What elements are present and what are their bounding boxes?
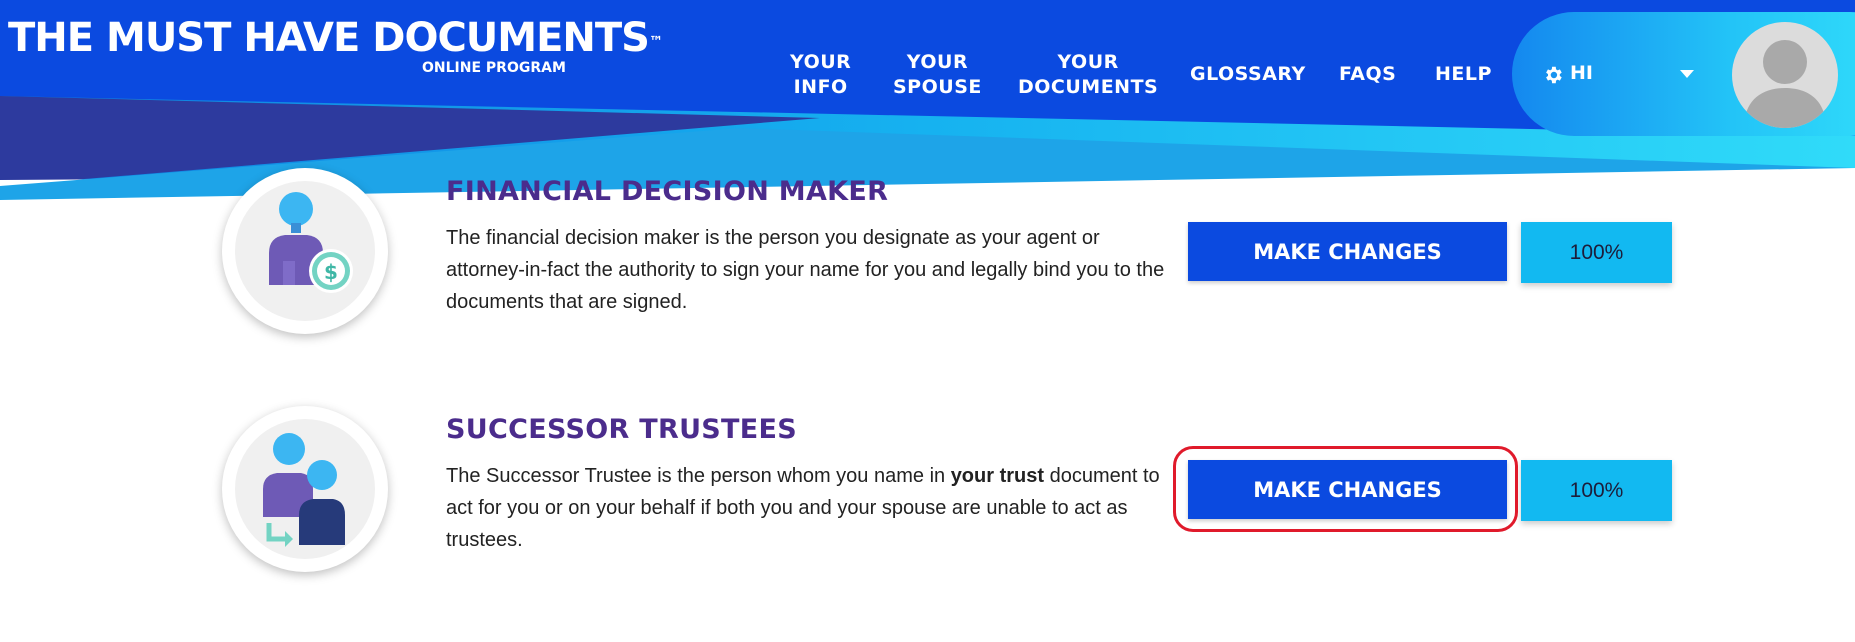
logo-subtitle: ONLINE PROGRAM — [422, 60, 566, 76]
section-description: The Successor Trustee is the person whom… — [446, 460, 1166, 556]
nav-help[interactable]: HELP — [1435, 62, 1492, 87]
nav-label: INFO — [793, 76, 848, 98]
nav-glossary[interactable]: GLOSSARY — [1190, 62, 1306, 87]
nav-your-spouse[interactable]: YOUR SPOUSE — [893, 50, 982, 100]
nav-your-documents[interactable]: YOUR DOCUMENTS — [1018, 50, 1158, 100]
nav-label: FAQS — [1339, 63, 1397, 85]
section-title: SUCCESSOR TRUSTEES — [446, 414, 797, 445]
svg-text:$: $ — [324, 260, 338, 284]
progress-badge: 100% — [1521, 460, 1672, 521]
user-greeting: HI — [1570, 62, 1593, 84]
logo-title: THE MUST HAVE DOCUMENTS — [8, 15, 650, 61]
nav-label: HELP — [1435, 63, 1492, 85]
gear-icon — [1546, 66, 1562, 84]
user-avatar-icon[interactable] — [1732, 22, 1838, 128]
user-menu-dropdown[interactable]: HI — [1542, 62, 1720, 92]
nav-label: YOUR — [1057, 51, 1119, 73]
nav-faqs[interactable]: FAQS — [1339, 62, 1396, 87]
section-title: FINANCIAL DECISION MAKER — [446, 176, 889, 207]
person-dollar-icon: $ — [222, 168, 388, 334]
nav-label: GLOSSARY — [1190, 63, 1306, 85]
nav-label: DOCUMENTS — [1018, 76, 1159, 98]
nav-label: YOUR — [790, 51, 852, 73]
description-text: The Successor Trustee is the person whom… — [446, 465, 951, 487]
nav-label: SPOUSE — [893, 76, 982, 98]
progress-badge: 100% — [1521, 222, 1672, 283]
trademark-mark: ™ — [648, 34, 663, 50]
make-changes-button[interactable]: MAKE CHANGES — [1188, 460, 1507, 519]
nav-your-info[interactable]: YOUR INFO — [790, 50, 851, 100]
make-changes-button[interactable]: MAKE CHANGES — [1188, 222, 1507, 281]
two-persons-arrow-icon — [222, 406, 388, 572]
caret-down-icon — [1680, 70, 1694, 78]
site-logo[interactable]: THE MUST HAVE DOCUMENTS™ ONLINE PROGRAM — [8, 14, 663, 76]
nav-label: YOUR — [906, 51, 969, 73]
description-emphasis: your trust — [950, 465, 1045, 487]
section-description: The financial decision maker is the pers… — [446, 227, 1165, 313]
